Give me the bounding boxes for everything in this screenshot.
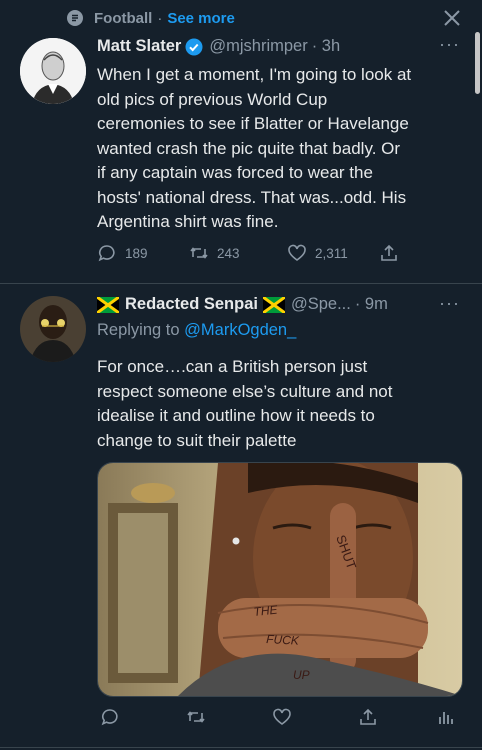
scrollbar[interactable] — [475, 32, 480, 94]
replying-to: Replying to @MarkOgden_ — [97, 321, 296, 340]
jamaica-flag-icon — [97, 296, 119, 313]
display-name[interactable]: Redacted Senpai — [125, 295, 258, 314]
reply-count: 189 — [125, 245, 148, 261]
retweet-count: 243 — [217, 245, 240, 261]
tweet-header: Redacted Senpai @Spe... · 9m — [97, 295, 388, 314]
more-icon[interactable]: ··· — [439, 34, 460, 55]
tweet-line: old pics of previous World Cup — [97, 89, 328, 109]
tweet-image[interactable]: SHUT THE FUCK UP — [97, 462, 463, 697]
image-text-up: UP — [293, 668, 310, 682]
tweet-line: hosts' national dress. That was...odd. H… — [97, 187, 407, 207]
tweet-line: When I get a moment, I'm going to look a… — [97, 65, 412, 84]
share-button[interactable] — [379, 243, 407, 263]
share-button[interactable] — [358, 707, 436, 727]
topic-header: Football · See more — [66, 8, 235, 28]
divider — [0, 747, 482, 748]
tweet-actions: 189 243 2,311 — [97, 243, 407, 263]
reply-icon — [98, 245, 115, 262]
tweet-header: Matt Slater @mjshrimper · 3h — [97, 37, 340, 56]
avatar[interactable] — [20, 38, 86, 104]
tweet-text: For once….can a British person just resp… — [97, 355, 392, 453]
tweet-line: For once….can a British person just — [97, 357, 368, 376]
reply-button[interactable] — [100, 707, 186, 727]
tweet-line: idealise it and outline how it needs to — [97, 406, 375, 425]
tweet-text: When I get a moment, I'm going to look a… — [97, 63, 411, 235]
avatar[interactable] — [20, 296, 86, 362]
tweet-line: respect someone else’s culture and not — [97, 381, 393, 401]
handle[interactable]: @Spe... — [291, 295, 351, 314]
jamaica-flag-icon — [262, 296, 285, 313]
tweet-line: wanted crash the pic quite that badly. O… — [97, 138, 401, 158]
timestamp[interactable]: · 3h — [312, 37, 340, 56]
verified-icon — [185, 38, 203, 55]
tweet-line: ceremonies to see if Blatter or Havelang… — [97, 114, 409, 133]
like-button[interactable]: 2,311 — [287, 243, 379, 263]
like-button[interactable] — [272, 707, 358, 727]
tweet-line: change to suit their palette — [97, 430, 297, 450]
tweet-actions — [100, 707, 464, 727]
divider — [0, 283, 482, 284]
handle[interactable]: @mjshrimper — [209, 37, 307, 56]
retweet-icon — [187, 711, 205, 723]
topic-icon — [67, 10, 83, 26]
like-icon — [273, 708, 291, 725]
tweet-line: Argentina shirt was fine. — [97, 212, 279, 231]
retweet-button[interactable]: 243 — [189, 243, 287, 263]
share-icon — [360, 708, 376, 725]
display-name[interactable]: Matt Slater — [97, 37, 181, 56]
analytics-icon — [439, 712, 453, 724]
analytics-button[interactable] — [436, 707, 464, 727]
replying-to-handle[interactable]: @MarkOgden_ — [184, 321, 296, 339]
image-text-fuck: FUCK — [266, 632, 300, 648]
retweet-icon — [190, 247, 208, 259]
share-icon — [381, 244, 397, 261]
like-icon — [288, 244, 306, 261]
replying-to-label: Replying to — [97, 321, 180, 339]
tweet-line: if any captain was forced to wear the — [97, 163, 373, 182]
like-count: 2,311 — [315, 245, 348, 261]
see-more-link[interactable]: See more — [167, 10, 235, 27]
retweet-button[interactable] — [186, 707, 272, 727]
timestamp[interactable]: · 9m — [355, 295, 388, 314]
close-icon[interactable] — [442, 8, 462, 28]
topic-name[interactable]: Football — [94, 10, 152, 27]
more-icon[interactable]: ··· — [439, 293, 460, 314]
reply-icon — [101, 709, 118, 726]
image-text-the: THE — [253, 602, 279, 619]
reply-button[interactable]: 189 — [97, 243, 189, 263]
topic-separator: · — [157, 9, 163, 27]
